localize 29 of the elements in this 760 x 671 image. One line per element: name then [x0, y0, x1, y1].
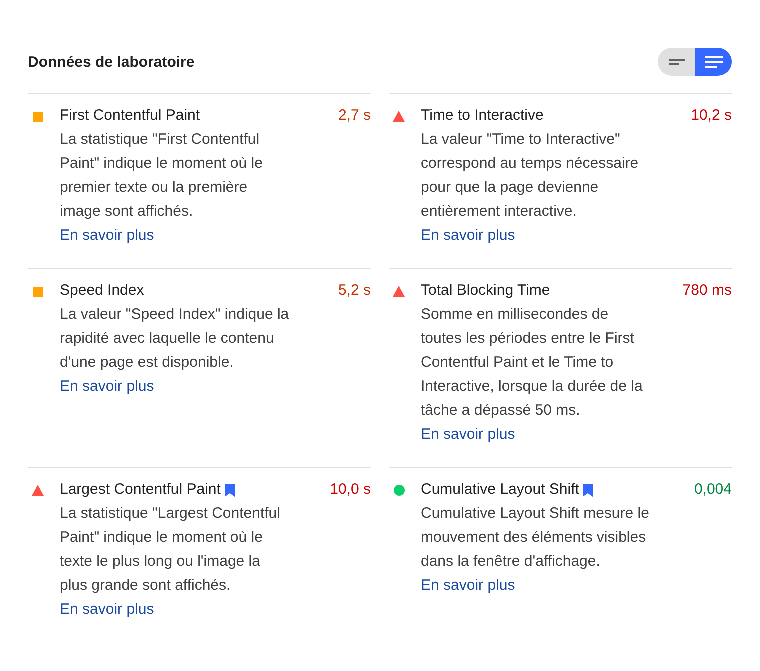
learn-more-link[interactable]: En savoir plus	[60, 601, 154, 618]
learn-more-link[interactable]: En savoir plus	[421, 577, 516, 594]
learn-more-link[interactable]: En savoir plus	[421, 227, 516, 244]
metric-value: 780 ms	[682, 281, 732, 301]
metric-name: Total Blocking Time	[421, 281, 550, 301]
metric-description: La valeur "Speed Index" indique la rapidité avec laquelle le contenu d'une page est disponible. En savoir plus	[60, 305, 290, 397]
metric-value: 10,0 s	[330, 480, 371, 500]
view-toggle-button[interactable]	[658, 48, 695, 76]
learn-more-link[interactable]: En savoir plus	[421, 426, 516, 443]
metric-description: La valeur "Time to Interactive" correspond au temps nécessaire pour que la page devienne entièrement interactive. En savoir plus	[421, 130, 640, 246]
section-title: Données de laboratoire	[28, 52, 195, 73]
metric-name: First Contentful Paint	[60, 106, 200, 126]
metric-name: Time to Interactive	[421, 106, 544, 126]
metric-value: 2,7 s	[338, 106, 371, 126]
learn-more-link[interactable]: En savoir plus	[60, 378, 154, 395]
metric-description: La statistique "First Contentful Paint" indique le moment où le premier texte ou la première image sont affichés. En savoir plus	[60, 130, 264, 246]
learn-more-link[interactable]: En savoir plus	[60, 227, 154, 244]
metric-name: Cumulative Layout Shift	[421, 480, 580, 500]
view-toggle-button[interactable]	[695, 48, 732, 76]
metric-name: Speed Index	[60, 281, 144, 301]
metric-value: 0,004	[694, 480, 732, 500]
metric-description: Cumulative Layout Shift mesure le mouvement des éléments visibles dans la fenêtre d'affichage. En savoir plus	[421, 504, 650, 596]
short-lines-icon	[668, 59, 684, 65]
text-lines-icon	[704, 56, 722, 68]
metric-value: 5,2 s	[338, 281, 371, 301]
metric-value: 10,2 s	[691, 106, 732, 126]
metric-description: Somme en millisecondes de toutes les périodes entre le First Contentful Paint et le Time to Interactive, lorsque la durée de la tâche a dépassé 50 ms. En savoir plus	[421, 305, 644, 445]
metric-name: Largest Contentful Paint	[60, 480, 221, 500]
metric-description: La statistique "Largest Contentful Paint" indique le moment où le texte le plus long ou l'image la plus grande sont affichés. En savoir plus	[60, 504, 282, 620]
